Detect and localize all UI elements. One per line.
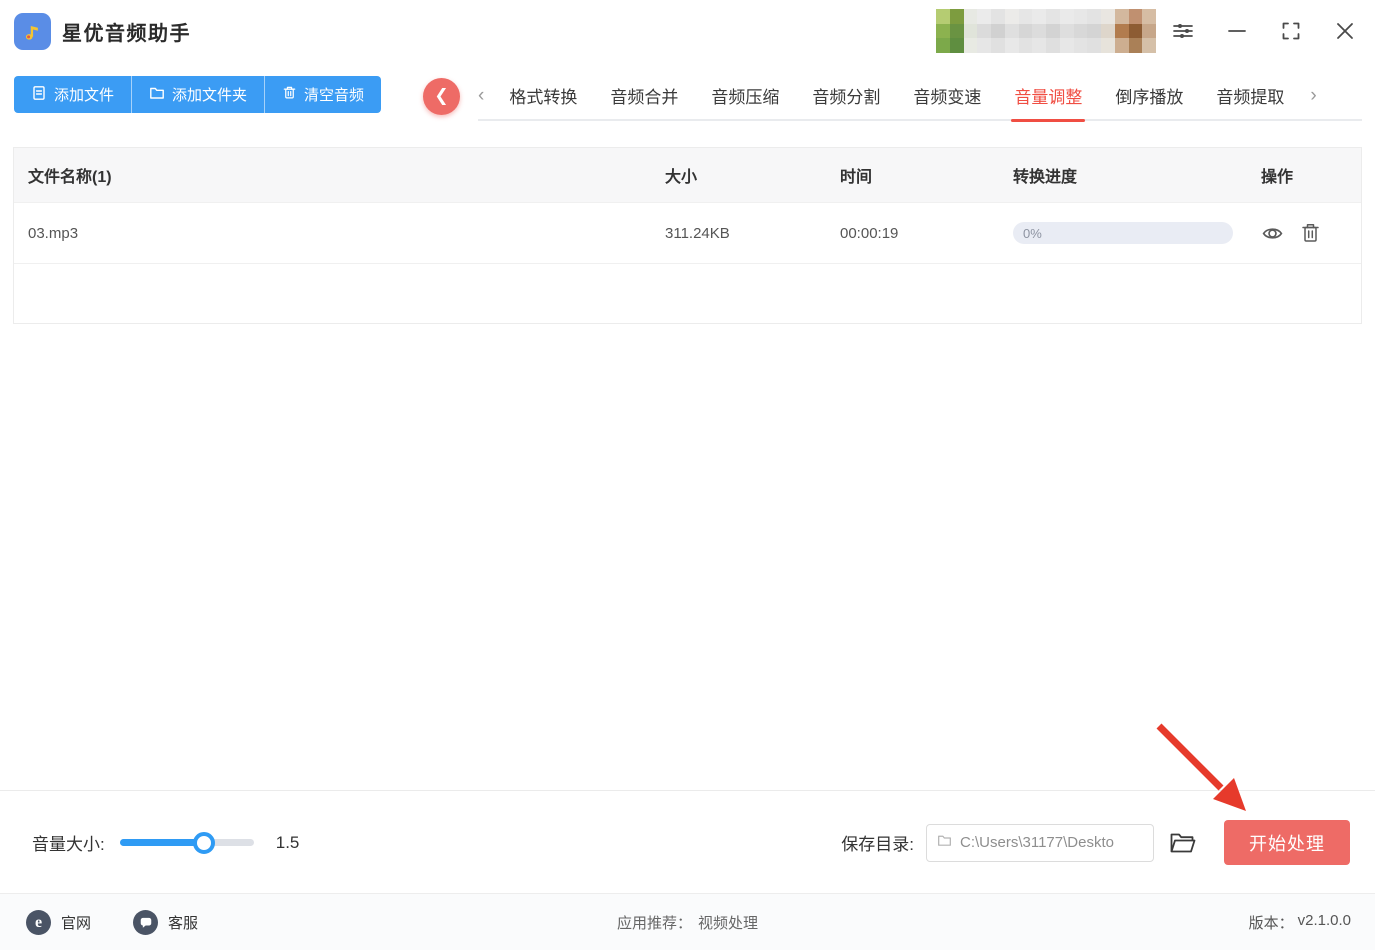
customer-service-link[interactable]: 客服 xyxy=(133,910,198,935)
table-header: 文件名称(1) 大小 时间 转换进度 操作 xyxy=(14,148,1361,202)
collapse-panel-button[interactable]: ❮ xyxy=(423,78,460,115)
empty-row xyxy=(14,263,1361,323)
chevron-left-icon: ❮ xyxy=(434,85,449,105)
version-value: v2.1.0.0 xyxy=(1297,912,1351,929)
official-website-link[interactable]: e 官网 xyxy=(26,910,91,935)
window-controls xyxy=(1171,0,1357,62)
tabs-scroll-right-icon[interactable]: › xyxy=(1310,86,1316,105)
column-header-actions: 操作 xyxy=(1261,169,1294,186)
start-processing-button[interactable]: 开始处理 xyxy=(1224,820,1350,865)
volume-slider-knob[interactable] xyxy=(193,831,216,854)
titlebar: 星优音频助手 xyxy=(0,0,1375,62)
browse-folder-icon[interactable] xyxy=(1168,830,1196,856)
folder-icon xyxy=(149,85,165,105)
volume-label: 音量大小: xyxy=(32,835,105,854)
chat-bubble-icon xyxy=(133,910,159,935)
volume-value: 1.5 xyxy=(275,832,300,852)
add-file-button[interactable]: 添加文件 xyxy=(14,76,131,113)
progress-value: 0% xyxy=(1023,225,1042,241)
add-folder-label: 添加文件夹 xyxy=(172,87,248,104)
volume-slider-fill xyxy=(119,839,205,846)
footer-links: e 官网 客服 xyxy=(26,910,198,935)
customer-service-label: 客服 xyxy=(168,915,199,932)
version-info: 版本： v2.1.0.0 xyxy=(1249,912,1351,933)
version-label: 版本： xyxy=(1248,915,1294,932)
tab-6[interactable]: 音量调整 xyxy=(1011,83,1086,122)
close-icon[interactable] xyxy=(1333,19,1357,43)
save-directory-path: C:\Users\31177\Deskto xyxy=(960,834,1114,851)
clear-audio-label: 清空音频 xyxy=(304,87,365,104)
tab-8[interactable]: 音频提取 xyxy=(1216,83,1284,108)
column-header-progress: 转换进度 xyxy=(1013,169,1078,186)
app-window: 星优音频助手 添加文件 添加文件夹 清空音频 ❮ ‹ 格式转换 音频合并 音频压… xyxy=(0,0,1375,950)
tab-3[interactable]: 音频压缩 xyxy=(711,83,779,108)
tab-7[interactable]: 倒序播放 xyxy=(1115,83,1183,108)
recommend-label: 应用推荐： xyxy=(616,915,692,932)
add-folder-button[interactable]: 添加文件夹 xyxy=(131,76,264,113)
column-header-size: 大小 xyxy=(665,169,698,186)
function-tabs: 格式转换 音频合并 音频压缩 音频分割 音频变速 音量调整 倒序播放 音频提取 xyxy=(509,83,1284,122)
clear-audio-button[interactable]: 清空音频 xyxy=(264,76,381,113)
delete-trash-icon[interactable] xyxy=(1300,222,1321,244)
app-logo-music-note-icon xyxy=(14,12,51,50)
minimize-icon[interactable] xyxy=(1225,19,1249,43)
column-header-filename: 文件名称(1) xyxy=(28,169,112,186)
folder-small-icon xyxy=(937,833,952,853)
volume-slider[interactable] xyxy=(119,831,254,854)
tab-5[interactable]: 音频变速 xyxy=(913,83,981,108)
settings-sliders-icon[interactable] xyxy=(1171,19,1195,43)
video-processing-link[interactable]: 视频处理 xyxy=(698,912,758,933)
maximize-icon[interactable] xyxy=(1279,19,1303,43)
footer: e 官网 客服 应用推荐： 视频处理 版本： v2.1.0.0 xyxy=(0,893,1375,950)
settings-bar: 音量大小: 1.5 保存目录: C:\Users\31177\Deskto 开始… xyxy=(0,790,1375,894)
file-duration: 00:00:19 xyxy=(840,224,899,242)
save-directory-input[interactable]: C:\Users\31177\Deskto xyxy=(926,823,1154,862)
browser-e-icon: e xyxy=(26,910,51,935)
trash-icon xyxy=(282,85,297,104)
official-website-label: 官网 xyxy=(61,915,92,932)
function-tabs-bar: ‹ 格式转换 音频合并 音频压缩 音频分割 音频变速 音量调整 倒序播放 音频提取 › xyxy=(478,72,1362,122)
document-icon xyxy=(31,85,47,105)
file-size: 311.24KB xyxy=(665,224,730,242)
file-name: 03.mp3 xyxy=(28,224,79,242)
add-file-label: 添加文件 xyxy=(54,87,115,104)
progress-bar: 0% xyxy=(1013,222,1233,244)
tabs-scroll-left-icon[interactable]: ‹ xyxy=(478,86,484,105)
tab-2[interactable]: 音频合并 xyxy=(610,83,678,108)
user-account-blurred xyxy=(936,9,1156,53)
tab-4[interactable]: 音频分割 xyxy=(812,83,880,108)
app-recommendation: 应用推荐： 视频处理 xyxy=(617,912,758,933)
save-directory-group: 保存目录: C:\Users\31177\Deskto 开始处理 xyxy=(841,820,1350,865)
file-table: 文件名称(1) 大小 时间 转换进度 操作 03.mp3 311.24KB 00:0… xyxy=(13,147,1362,324)
preview-eye-icon[interactable] xyxy=(1261,222,1284,245)
tab-1[interactable]: 格式转换 xyxy=(509,83,577,108)
app-title: 星优音频助手 xyxy=(62,22,191,45)
table-body: 03.mp3 311.24KB 00:00:19 0% xyxy=(14,202,1361,263)
table-row: 03.mp3 311.24KB 00:00:19 0% xyxy=(14,202,1361,263)
file-toolbar: 添加文件 添加文件夹 清空音频 xyxy=(14,76,382,113)
column-header-time: 时间 xyxy=(840,169,873,186)
save-directory-label: 保存目录: xyxy=(841,835,914,854)
